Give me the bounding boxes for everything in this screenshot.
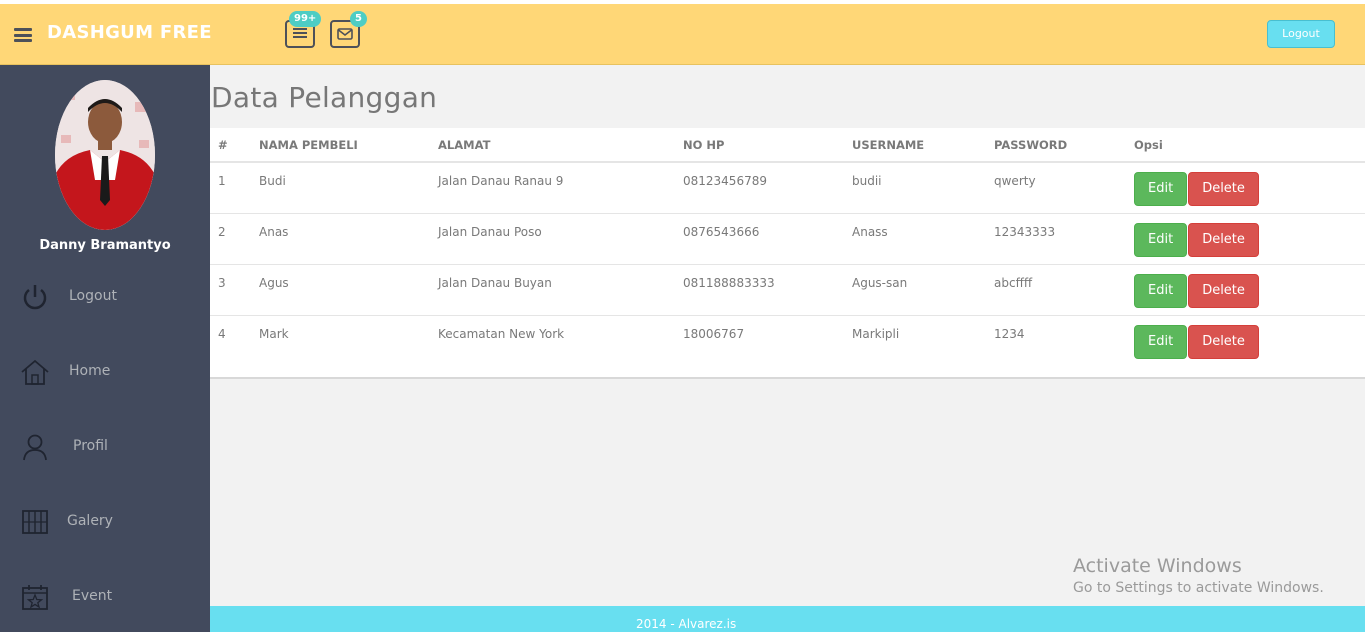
delete-button[interactable]: Delete — [1188, 222, 1259, 257]
power-icon — [23, 285, 47, 310]
table-row: 1 Budi Jalan Danau Ranau 9 08123456789 b… — [210, 162, 1365, 214]
cell-no: 1 — [210, 162, 251, 214]
column-header: # — [210, 128, 251, 163]
cell-no: 3 — [210, 264, 251, 316]
table-row: 3 Agus Jalan Danau Buyan 081188883333 Ag… — [210, 264, 1365, 316]
activation-watermark-subtitle: Go to Settings to activate Windows. — [1073, 580, 1324, 596]
table-header-row: # NAMA PEMBELI ALAMAT NO HP USERNAME PAS… — [210, 128, 1365, 163]
sidebar-item-label: Logout — [69, 288, 117, 304]
cell-username: Agus-san — [844, 264, 986, 316]
tasks-badge: 99+ — [289, 11, 322, 27]
delete-button[interactable]: Delete — [1188, 273, 1259, 308]
activation-watermark-title: Activate Windows — [1073, 555, 1242, 577]
home-icon — [21, 359, 49, 385]
cell-password: qwerty — [986, 162, 1126, 214]
column-header: PASSWORD — [986, 128, 1126, 163]
sidebar-item-galery[interactable]: Galery — [0, 497, 210, 547]
gallery-icon — [22, 510, 48, 534]
delete-button[interactable]: Delete — [1188, 324, 1259, 359]
cell-nama: Mark — [259, 326, 289, 341]
cell-opsi: Edit Delete — [1126, 162, 1365, 214]
cell-no: 4 — [218, 326, 226, 341]
cell-alamat: Jalan Danau Ranau 9 — [430, 162, 675, 214]
cell-password: 1234 — [994, 326, 1025, 341]
cell-opsi: Edit Delete — [1126, 264, 1365, 316]
edit-button[interactable]: Edit — [1134, 172, 1188, 206]
cell-hp: 18006767 — [683, 326, 745, 341]
cell-password: abcffff — [986, 264, 1126, 316]
mail-icon — [337, 28, 353, 40]
tasks-icon — [293, 28, 307, 38]
table-row: 2 Anas Jalan Danau Poso 0876543666 Anass… — [210, 213, 1365, 265]
edit-button[interactable]: Edit — [1134, 222, 1188, 257]
cell-alamat: Jalan Danau Poso — [430, 213, 675, 265]
table-row: 4 Mark Kecamatan New York 18006767 Marki… — [210, 315, 1365, 366]
cell-nama: Anas — [251, 213, 430, 265]
cell-no: 2 — [210, 213, 251, 265]
edit-button[interactable]: Edit — [1134, 273, 1188, 308]
cell-hp: 081188883333 — [675, 264, 844, 316]
delete-button[interactable]: Delete — [1188, 172, 1259, 206]
mail-badge: 5 — [350, 11, 367, 27]
sidebar-item-event[interactable]: Event — [0, 572, 210, 622]
app-logo[interactable]: DASHGUM FREE — [47, 22, 212, 43]
sidebar-item-label: Profil — [73, 438, 108, 454]
page-title: Data Pelanggan — [211, 81, 438, 114]
logout-button[interactable]: Logout — [1267, 20, 1335, 48]
cell-username: Markipli — [852, 326, 900, 341]
sidebar-item-logout[interactable]: Logout — [0, 272, 210, 322]
customer-table: # NAMA PEMBELI ALAMAT NO HP USERNAME PAS… — [210, 128, 1365, 366]
cell-hp: 08123456789 — [675, 162, 844, 214]
top-header: DASHGUM FREE 99+ 5 Logout — [0, 4, 1365, 65]
cell-username: budii — [844, 162, 986, 214]
cell-alamat: Jalan Danau Buyan — [430, 264, 675, 316]
cell-nama: Agus — [251, 264, 430, 316]
cell-opsi: Edit Delete — [1126, 213, 1365, 265]
cell-nama: Budi — [251, 162, 430, 214]
cell-alamat: Kecamatan New York — [438, 326, 565, 341]
user-icon — [23, 434, 47, 461]
column-header: NO HP — [675, 128, 844, 163]
sidebar-item-home[interactable]: Home — [0, 347, 210, 397]
main-content: Data Pelanggan # NAMA PEMBELI ALAMAT NO … — [210, 65, 1365, 606]
column-header: ALAMAT — [430, 128, 675, 163]
cell-opsi: Edit Delete — [1126, 315, 1365, 366]
avatar — [55, 80, 155, 230]
edit-button[interactable]: Edit — [1134, 324, 1188, 359]
sidebar-username: Danny Bramantyo — [39, 238, 171, 253]
sidebar-item-label: Galery — [67, 513, 113, 529]
cell-password: 12343333 — [986, 213, 1126, 265]
sidebar-item-profil[interactable]: Profil — [0, 422, 210, 472]
menu-toggle-icon[interactable] — [14, 28, 32, 42]
calendar-icon — [22, 585, 48, 610]
cell-hp: 0876543666 — [675, 213, 844, 265]
sidebar-item-label: Home — [69, 363, 111, 379]
sidebar: Danny Bramantyo Logout Home Profil Galer… — [0, 65, 210, 632]
sidebar-item-label: Event — [72, 588, 113, 604]
cell-username: Anass — [844, 213, 986, 265]
column-header: USERNAME — [844, 128, 986, 163]
customer-table-panel: # NAMA PEMBELI ALAMAT NO HP USERNAME PAS… — [210, 128, 1365, 379]
footer-text: 2014 - Alvarez.is — [636, 617, 737, 631]
column-header: Opsi — [1126, 128, 1365, 163]
column-header: NAMA PEMBELI — [251, 128, 430, 163]
footer: 2014 - Alvarez.is — [210, 606, 1365, 632]
